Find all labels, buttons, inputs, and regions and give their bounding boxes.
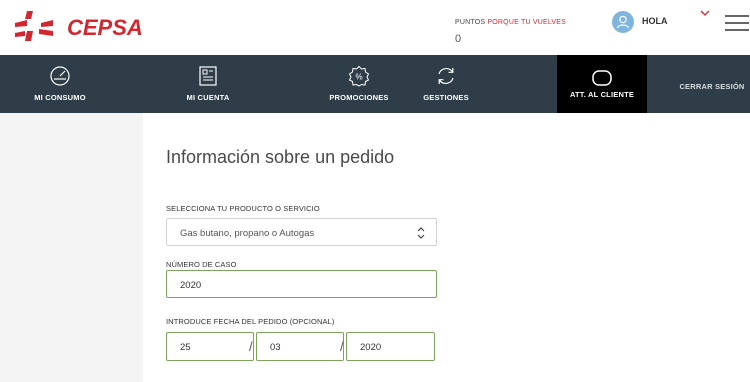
points-label: PUNTOS PORQUE TU VUELVES bbox=[455, 19, 566, 26]
cepsa-logo[interactable]: CEPSA bbox=[13, 7, 153, 49]
gauge-icon bbox=[50, 66, 70, 86]
date-separator: / bbox=[249, 339, 253, 354]
order-info-form: Información sobre un pedido SELECCIONA T… bbox=[143, 113, 750, 382]
page-title: Información sobre un pedido bbox=[166, 147, 395, 167]
nav-label: CERRAR SESIÓN bbox=[679, 82, 745, 91]
product-label: SELECCIONA TU PRODUCTO O SERVICIO bbox=[166, 204, 320, 213]
order-date-label: INTRODUCE FECHA DEL PEDIDO (OPCIONAL) bbox=[166, 317, 335, 326]
nav-item-mi-consumo[interactable]: MI CONSUMO bbox=[0, 55, 120, 113]
document-icon bbox=[199, 66, 217, 86]
greeting[interactable]: HOLA bbox=[642, 16, 668, 26]
main-nav: MI CONSUMO MI CUENTA % PROMOCIONES GESTI… bbox=[0, 55, 750, 113]
select-arrows-icon bbox=[417, 227, 425, 239]
nav-item-promociones[interactable]: % PROMOCIONES bbox=[300, 55, 418, 113]
date-year-input[interactable]: 2020 bbox=[346, 332, 435, 361]
nav-label: MI CUENTA bbox=[186, 93, 230, 102]
nav-label: MI CONSUMO bbox=[34, 93, 86, 102]
nav-label: ATT. AL CLIENTE bbox=[569, 90, 635, 99]
date-day-input[interactable]: 25 bbox=[166, 332, 254, 361]
nav-item-att-cliente[interactable]: ATT. AL CLIENTE bbox=[557, 55, 647, 113]
nav-item-cerrar-sesion[interactable]: CERRAR SESIÓN bbox=[674, 55, 750, 113]
nav-item-gestiones[interactable]: GESTIONES bbox=[405, 55, 487, 113]
date-month-input[interactable]: 03 bbox=[256, 332, 344, 361]
hamburger-menu-icon[interactable] bbox=[725, 14, 749, 32]
brand-name: CEPSA bbox=[67, 15, 143, 40]
nav-item-mi-cuenta[interactable]: MI CUENTA bbox=[148, 55, 268, 113]
user-avatar[interactable] bbox=[612, 11, 634, 33]
date-year-value: 2020 bbox=[360, 342, 382, 353]
nav-label: PROMOCIONES bbox=[329, 93, 389, 102]
svg-text:%: % bbox=[355, 73, 362, 82]
product-select-value: Gas butano, propano o Autogas bbox=[180, 228, 315, 239]
nav-label: GESTIONES bbox=[423, 93, 469, 102]
chat-bubble-icon bbox=[592, 70, 612, 86]
case-number-value: 2020 bbox=[180, 280, 202, 291]
product-select[interactable]: Gas butano, propano o Autogas bbox=[166, 218, 437, 246]
user-icon bbox=[616, 15, 630, 29]
case-number-label: NÚMERO DE CASO bbox=[166, 260, 237, 269]
chevron-down-icon[interactable] bbox=[699, 9, 711, 17]
date-separator: / bbox=[340, 339, 344, 354]
refresh-icon bbox=[438, 68, 454, 84]
date-day-value: 25 bbox=[180, 342, 191, 353]
date-month-value: 03 bbox=[270, 342, 281, 353]
case-number-input[interactable]: 2020 bbox=[166, 270, 437, 298]
points-tagline: PORQUE TU VUELVES bbox=[487, 19, 567, 26]
points-prefix: PUNTOS bbox=[455, 19, 486, 26]
left-gutter bbox=[0, 113, 143, 382]
percent-badge-icon: % bbox=[348, 65, 370, 87]
top-bar: CEPSA PUNTOS PORQUE TU VUELVES 0 HOLA bbox=[0, 0, 750, 55]
points-value: 0 bbox=[455, 33, 462, 45]
